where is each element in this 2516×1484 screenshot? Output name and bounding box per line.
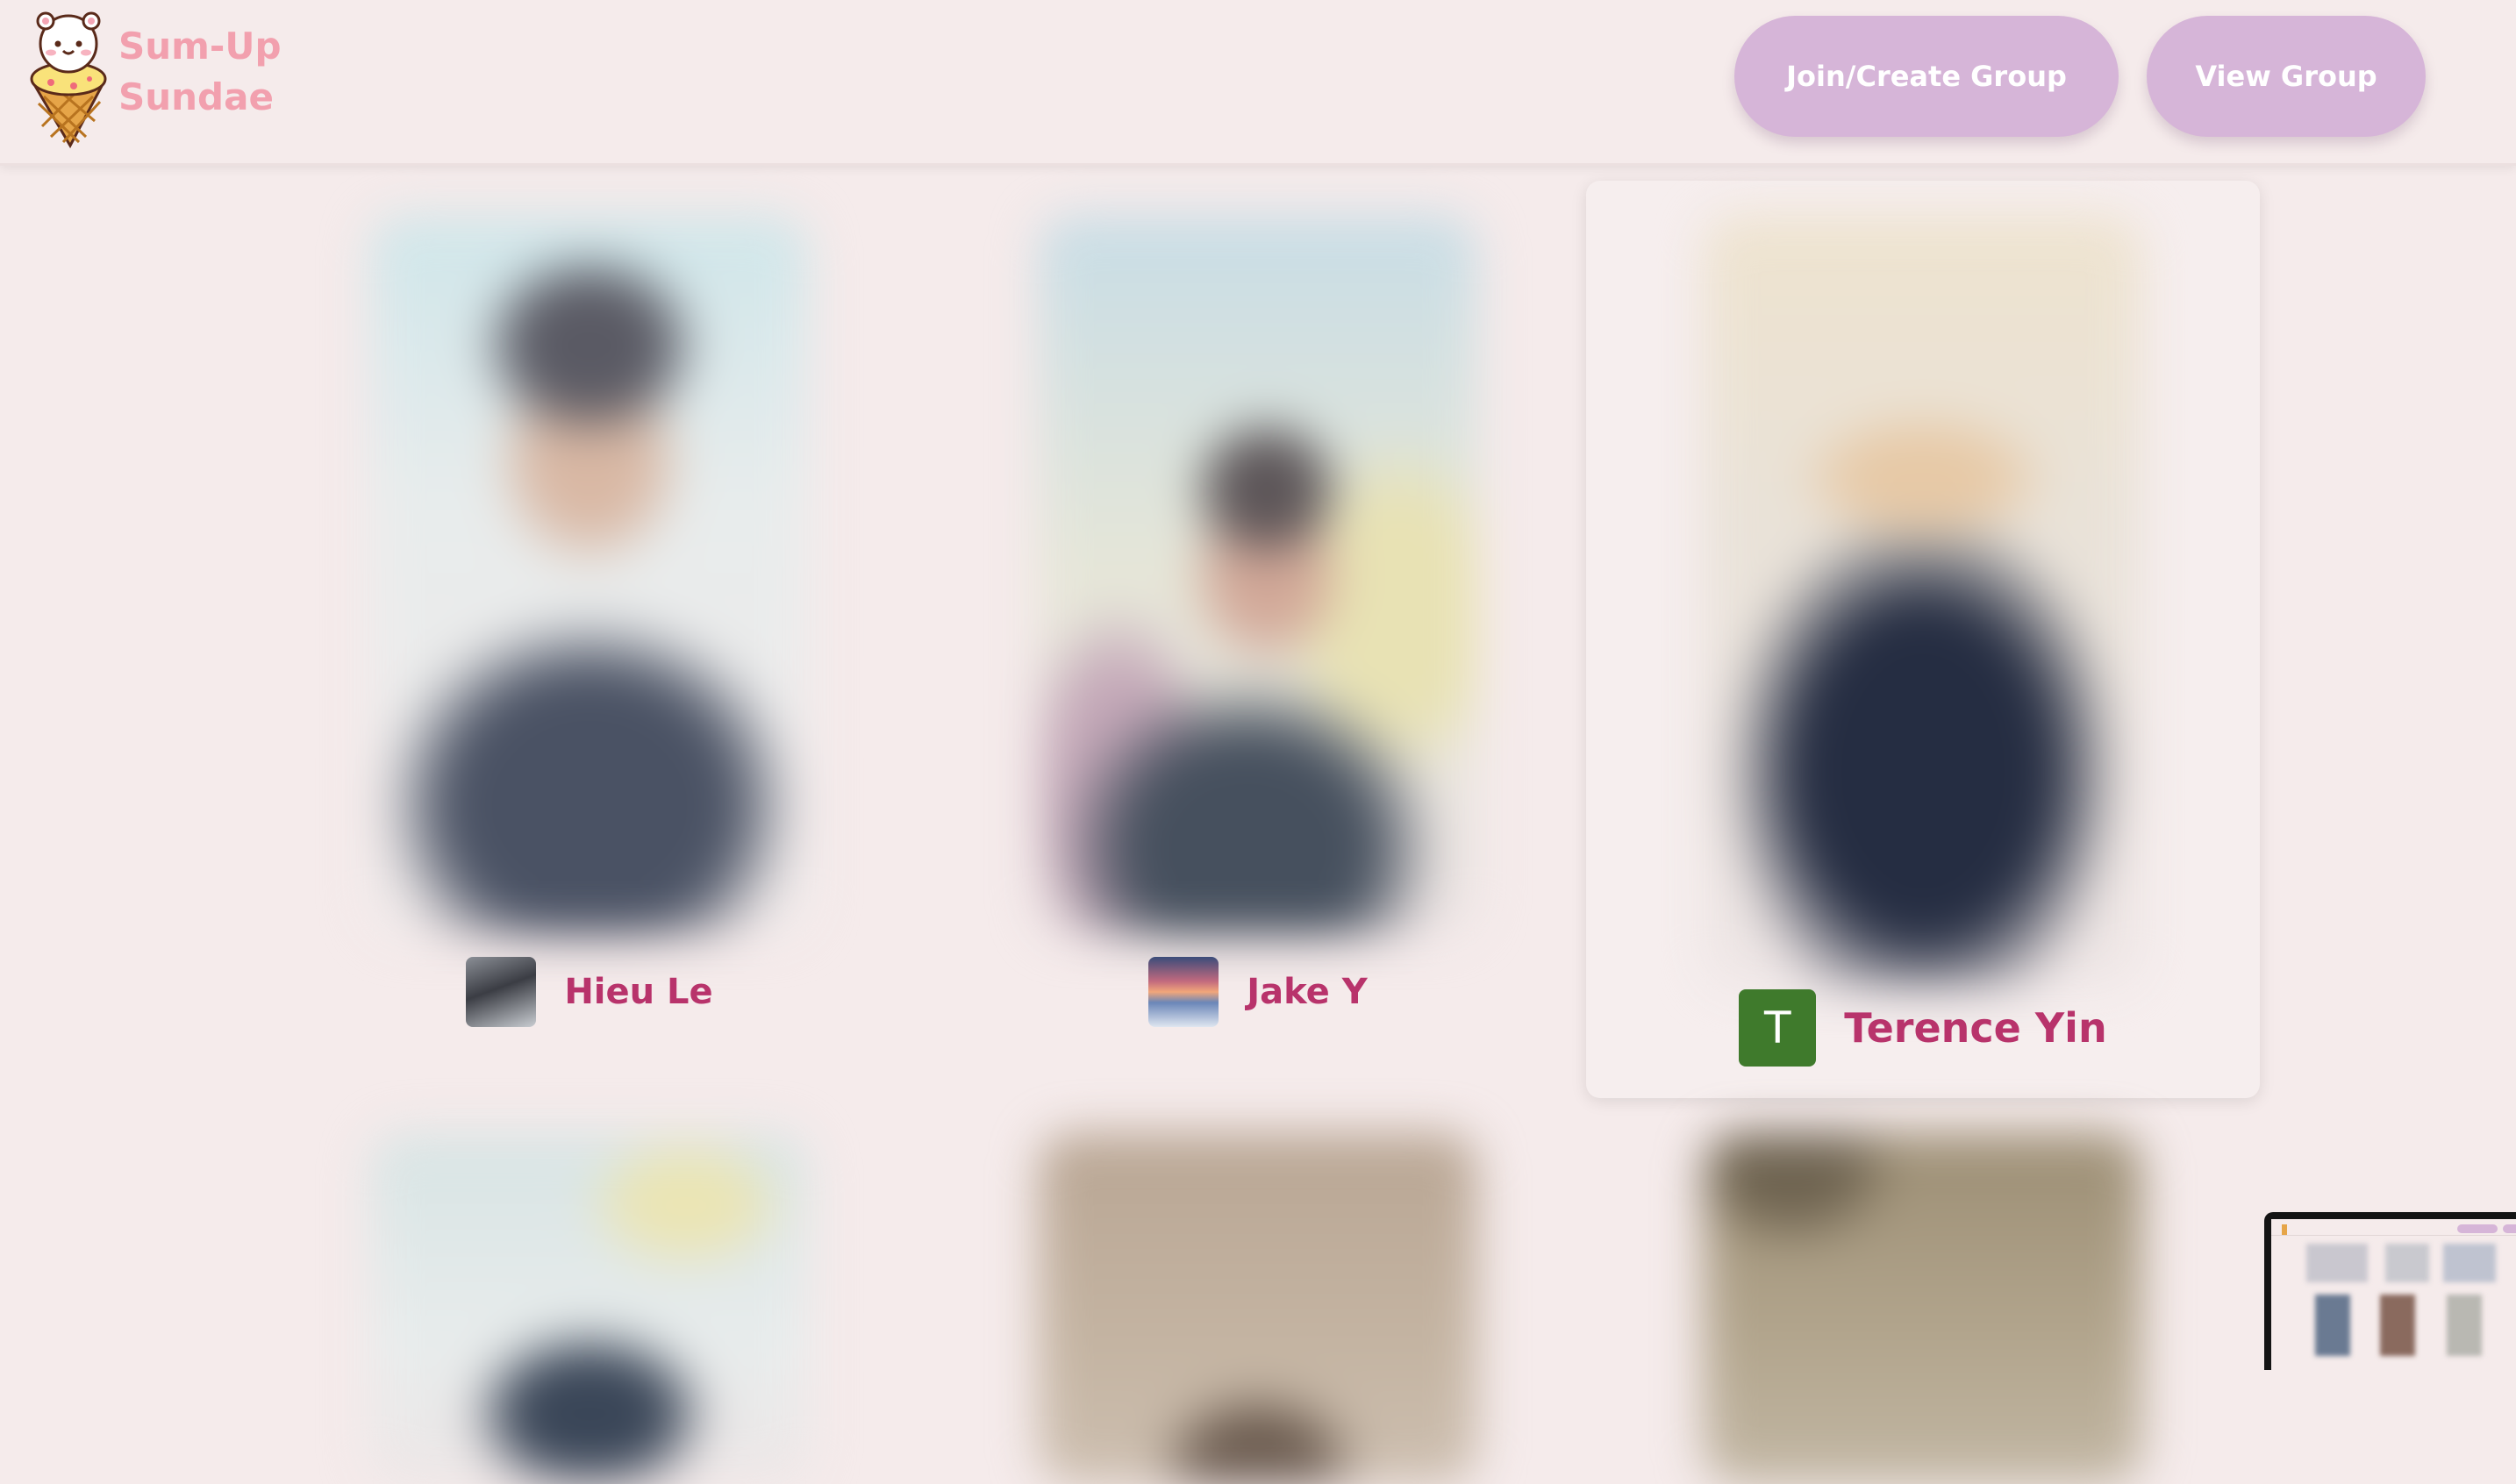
- brand-line-1: Sum-Up: [118, 25, 282, 68]
- join-create-group-button[interactable]: Join/Create Group: [1734, 16, 2119, 137]
- member-photo: [1039, 216, 1477, 935]
- member-photo: [1704, 1133, 2142, 1484]
- member-photo: [370, 216, 809, 935]
- screen-preview-thumbnail[interactable]: [2264, 1212, 2516, 1370]
- member-name: Terence Yin: [1844, 1004, 2107, 1052]
- member-card[interactable]: Jake Y: [921, 181, 1595, 1058]
- member-avatar-initial: T: [1739, 989, 1817, 1067]
- member-card[interactable]: [253, 1107, 926, 1484]
- member-photo: [1039, 1133, 1477, 1484]
- member-info: Jake Y: [921, 957, 1595, 1027]
- top-nav: Sum-Up Sundae Join/Create Group View Gro…: [0, 0, 2516, 166]
- member-card[interactable]: Hieu Le: [253, 181, 926, 1058]
- member-name: Jake Y: [1247, 972, 1368, 1012]
- member-avatar: [1148, 957, 1219, 1027]
- preview-content: [2271, 1219, 2516, 1370]
- brand-name: Sum-Up Sundae: [118, 21, 282, 123]
- member-info: T Terence Yin: [1586, 989, 2260, 1067]
- ice-cream-bear-logo: [30, 11, 107, 149]
- member-info: Hieu Le: [253, 957, 926, 1027]
- member-photo: [370, 1133, 809, 1484]
- member-avatar: [466, 957, 537, 1027]
- view-group-button[interactable]: View Group: [2147, 16, 2426, 137]
- member-card[interactable]: [921, 1107, 1595, 1484]
- brand-line-2: Sundae: [118, 75, 274, 118]
- member-card[interactable]: [1586, 1107, 2260, 1484]
- member-card-selected[interactable]: T Terence Yin: [1586, 181, 2260, 1098]
- member-name: Hieu Le: [564, 972, 713, 1012]
- member-photo: [1704, 216, 2142, 988]
